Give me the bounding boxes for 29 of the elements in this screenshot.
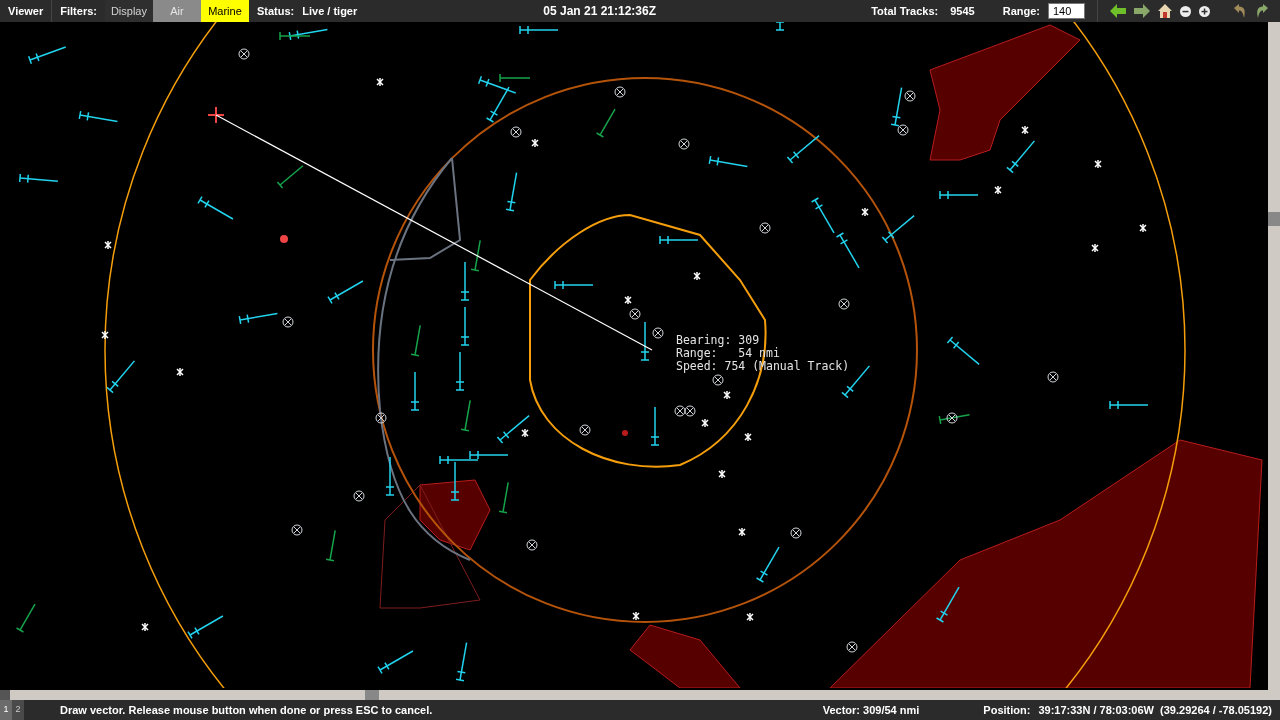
horizontal-scrollbar[interactable] — [0, 690, 1268, 700]
filter-toggle[interactable]: Display — [104, 0, 153, 22]
redo-icon[interactable] — [1256, 4, 1268, 18]
scrollbar-thumb[interactable] — [365, 690, 379, 700]
range-field[interactable]: 140 — [1048, 3, 1085, 19]
total-tracks-value: 9545 — [949, 3, 975, 19]
scrollbar-thumb[interactable] — [1268, 212, 1280, 226]
zoom-out-icon[interactable] — [1180, 5, 1191, 17]
status-value: Live / tiger — [301, 3, 358, 19]
forward-arrow-icon[interactable] — [1134, 4, 1150, 18]
range-label: Range: — [1001, 3, 1040, 19]
back-arrow-icon[interactable] — [1110, 4, 1126, 18]
total-tracks-label: Total Tracks: — [871, 3, 939, 19]
vector-value: Vector: 309/54 nmi — [822, 702, 920, 718]
status-label: Status: — [255, 3, 295, 19]
datetime: 05 Jan 21 21:12:36Z — [543, 3, 657, 20]
status-message: Draw vector. Release mouse button when done or press ESC to cancel. — [60, 702, 433, 718]
viewer-menu[interactable]: Viewer — [0, 0, 52, 22]
filter-toggle[interactable]: Marine — [200, 0, 249, 22]
page-tab[interactable]: 2 — [12, 700, 24, 720]
page-tab[interactable]: 1 — [0, 700, 12, 720]
home-icon[interactable] — [1158, 4, 1172, 18]
undo-icon[interactable] — [1234, 4, 1246, 18]
vertical-scrollbar[interactable] — [1268, 22, 1280, 700]
zoom-in-icon[interactable] — [1199, 5, 1210, 17]
position-label: Position: — [983, 702, 1031, 718]
filters-label: Filters: — [59, 3, 98, 19]
restricted-zone — [419, 479, 491, 551]
position-value: 39:17:33N / 78:03:06W (39.29264 / -78.05192) — [1038, 702, 1272, 718]
